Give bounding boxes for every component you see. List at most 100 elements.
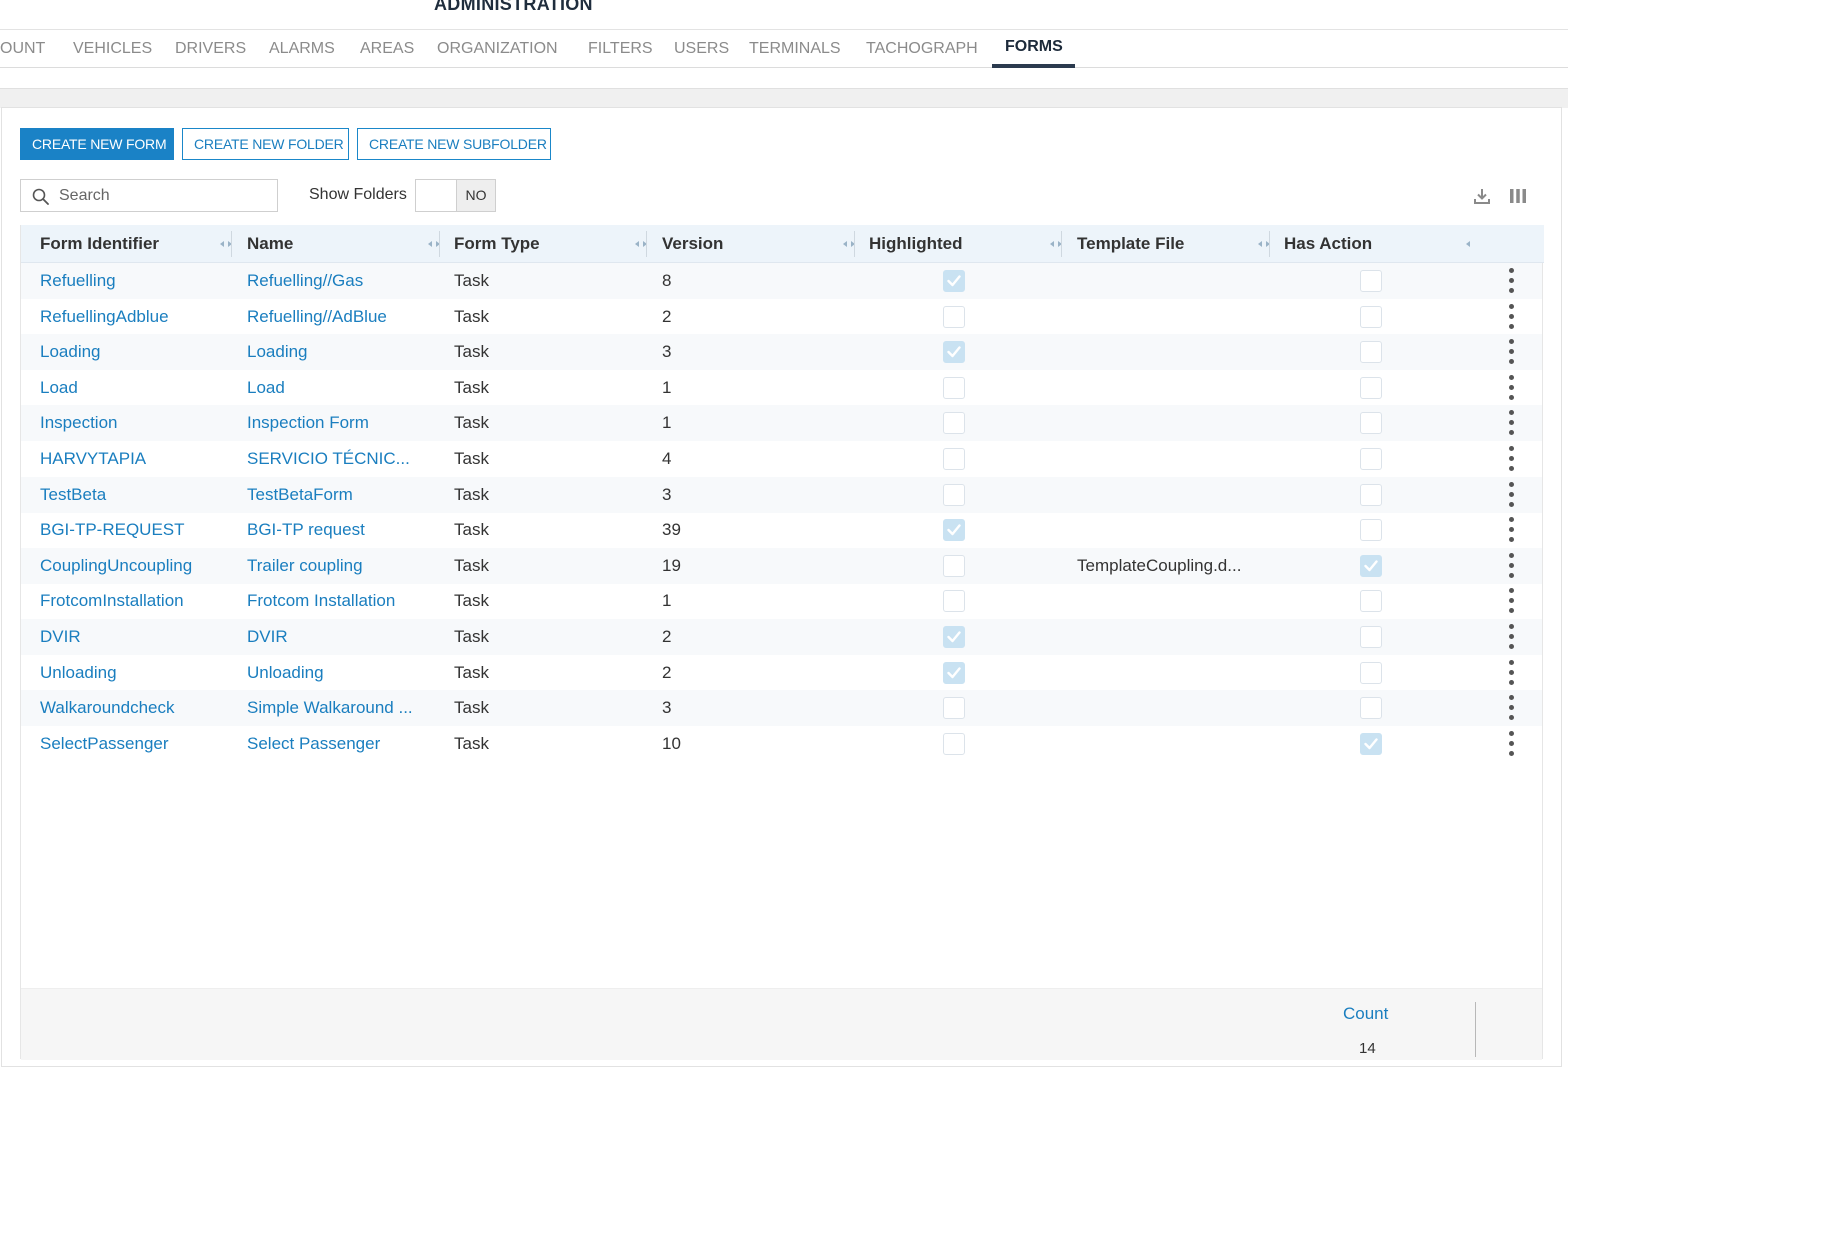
row-menu-icon[interactable]	[1505, 517, 1517, 543]
table-row[interactable]: Unloading Unloading Task 2	[21, 655, 1542, 691]
column-header-template-file[interactable]: Template File	[1077, 225, 1184, 263]
form-name-link[interactable]: Trailer coupling	[247, 548, 437, 584]
table-row[interactable]: RefuellingAdblue Refuelling//AdBlue Task 2	[21, 299, 1542, 335]
search-icon	[32, 188, 49, 205]
table-row[interactable]: Walkaroundcheck Simple Walkaround ... Task…	[21, 690, 1542, 727]
row-menu-icon[interactable]	[1505, 695, 1517, 721]
create-new-folder-button[interactable]: CREATE NEW FOLDER	[182, 128, 349, 160]
table-row[interactable]: FrotcomInstallation Frotcom Installation T…	[21, 583, 1542, 619]
form-type-cell: Task	[454, 342, 489, 362]
form-identifier-link[interactable]: FrotcomInstallation	[40, 583, 240, 619]
form-name-link[interactable]: Unloading	[247, 655, 437, 691]
row-menu-icon[interactable]	[1505, 624, 1517, 650]
table-row[interactable]: CouplingUncoupling Trailer coupling Task 19…	[21, 547, 1542, 584]
row-menu-icon[interactable]	[1505, 374, 1517, 401]
version-cell: 39	[662, 520, 681, 540]
template-file-cell	[1077, 299, 1267, 335]
form-name-link[interactable]: SERVICIO TÉCNIC...	[247, 441, 437, 477]
column-header-name[interactable]: Name	[247, 225, 293, 263]
tab-filters[interactable]: FILTERS	[588, 30, 653, 68]
tab-vehicles[interactable]: VEHICLES	[73, 30, 152, 68]
row-menu-icon[interactable]	[1505, 410, 1517, 436]
row-menu-icon[interactable]	[1505, 730, 1517, 757]
download-icon[interactable]	[1472, 186, 1492, 206]
form-identifier-link[interactable]: Refuelling	[40, 263, 240, 299]
form-identifier-link[interactable]: SelectPassenger	[40, 726, 240, 762]
tab-alarms[interactable]: ALARMS	[269, 30, 335, 68]
highlighted-checkbox	[943, 376, 965, 399]
create-new-subfolder-button[interactable]: CREATE NEW SUBFOLDER	[357, 128, 551, 160]
toggle-state: NO	[457, 180, 495, 211]
table-row[interactable]: BGI-TP-REQUEST BGI-TP request Task 39	[21, 512, 1542, 548]
column-header-has-action[interactable]: Has Action	[1284, 225, 1372, 263]
tab-forms[interactable]: FORMS	[992, 30, 1075, 68]
row-menu-icon[interactable]	[1505, 588, 1517, 614]
form-identifier-link[interactable]: Walkaroundcheck	[40, 690, 240, 726]
table-row[interactable]: Refuelling Refuelling//Gas Task 8	[21, 263, 1542, 299]
tab-users[interactable]: USERS	[674, 30, 729, 68]
template-file-cell	[1077, 334, 1267, 370]
form-name-link[interactable]: DVIR	[247, 619, 437, 655]
form-identifier-link[interactable]: Inspection	[40, 405, 240, 441]
form-identifier-link[interactable]: HARVYTAPIA	[40, 441, 240, 477]
form-identifier-link[interactable]: Load	[40, 370, 240, 406]
row-menu-icon[interactable]	[1505, 481, 1517, 508]
table-row[interactable]: HARVYTAPIA SERVICIO TÉCNIC... Task 4	[21, 441, 1542, 477]
tab-account[interactable]: OUNT	[0, 30, 45, 68]
column-resizer[interactable]	[1061, 231, 1062, 257]
form-identifier-link[interactable]: CouplingUncoupling	[40, 548, 240, 584]
highlighted-checkbox	[943, 697, 965, 720]
table-row[interactable]: Inspection Inspection Form Task 1	[21, 405, 1542, 442]
form-name-link[interactable]: Frotcom Installation	[247, 583, 437, 619]
version-cell: 1	[662, 377, 672, 397]
form-identifier-link[interactable]: DVIR	[40, 619, 240, 655]
table-row[interactable]: Loading Loading Task 3	[21, 334, 1542, 371]
column-header-version[interactable]: Version	[662, 225, 723, 263]
form-name-link[interactable]: Load	[247, 370, 437, 406]
form-name-link[interactable]: Refuelling//AdBlue	[247, 299, 437, 335]
row-menu-icon[interactable]	[1505, 659, 1517, 686]
row-menu-icon[interactable]	[1505, 446, 1517, 472]
form-type-cell: Task	[454, 484, 489, 504]
row-menu-icon[interactable]	[1505, 268, 1517, 294]
form-identifier-link[interactable]: BGI-TP-REQUEST	[40, 512, 240, 548]
column-resizer[interactable]	[439, 231, 440, 257]
column-header-highlighted[interactable]: Highlighted	[869, 225, 962, 263]
form-name-link[interactable]: Loading	[247, 334, 437, 370]
count-label[interactable]: Count	[1343, 1004, 1388, 1024]
row-menu-icon[interactable]	[1505, 339, 1517, 365]
form-name-link[interactable]: Refuelling//Gas	[247, 263, 437, 299]
row-menu-icon[interactable]	[1505, 552, 1517, 579]
show-folders-toggle[interactable]: NO	[415, 179, 496, 212]
tab-tachograph[interactable]: TACHOGRAPH	[866, 30, 978, 68]
sort-arrow-icon[interactable]	[1465, 239, 1479, 249]
tab-organization[interactable]: ORGANIZATION	[437, 30, 558, 68]
tab-areas[interactable]: AREAS	[360, 30, 414, 68]
tab-drivers[interactable]: DRIVERS	[175, 30, 246, 68]
table-row[interactable]: Load Load Task 1	[21, 370, 1542, 406]
form-identifier-link[interactable]: RefuellingAdblue	[40, 299, 240, 335]
form-name-link[interactable]: Inspection Form	[247, 405, 437, 441]
form-identifier-link[interactable]: TestBeta	[40, 477, 240, 513]
table-row[interactable]: DVIR DVIR Task 2	[21, 619, 1542, 655]
row-menu-icon[interactable]	[1505, 303, 1517, 330]
form-identifier-link[interactable]: Loading	[40, 334, 240, 370]
column-resizer[interactable]	[854, 231, 855, 257]
column-resizer[interactable]	[1269, 231, 1270, 257]
form-name-link[interactable]: Select Passenger	[247, 726, 437, 762]
table-row[interactable]: SelectPassenger Select Passenger Task 10	[21, 726, 1542, 762]
column-header-form-identifier[interactable]: Form Identifier	[40, 225, 159, 263]
form-name-link[interactable]: Simple Walkaround ...	[247, 690, 437, 726]
form-name-link[interactable]: TestBetaForm	[247, 477, 437, 513]
column-resizer[interactable]	[231, 231, 232, 257]
table-row[interactable]: TestBeta TestBetaForm Task 3	[21, 476, 1542, 513]
search-input[interactable]	[59, 185, 269, 207]
column-resizer[interactable]	[646, 231, 647, 257]
create-new-form-button[interactable]: CREATE NEW FORM	[20, 128, 174, 160]
tab-terminals[interactable]: TERMINALS	[749, 30, 841, 68]
has-action-checkbox	[1360, 341, 1382, 364]
column-header-form-type[interactable]: Form Type	[454, 225, 540, 263]
columns-icon[interactable]	[1508, 186, 1528, 206]
form-name-link[interactable]: BGI-TP request	[247, 512, 437, 548]
form-identifier-link[interactable]: Unloading	[40, 655, 240, 691]
